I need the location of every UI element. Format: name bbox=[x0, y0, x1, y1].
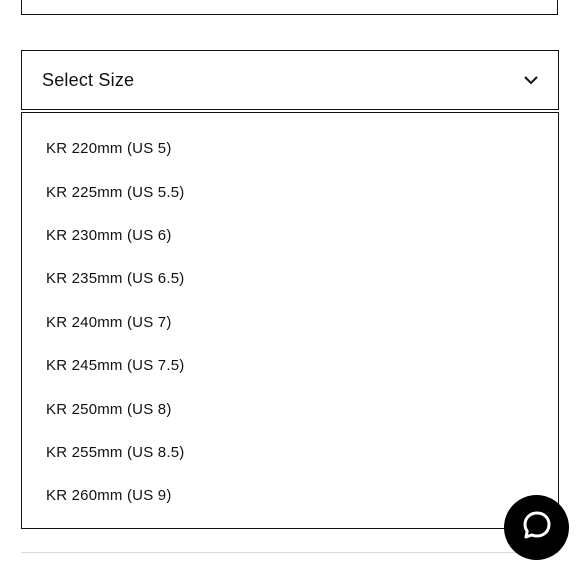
size-option[interactable]: KR 235mm (US 6.5) bbox=[22, 257, 558, 300]
size-option[interactable]: KR 255mm (US 8.5) bbox=[22, 431, 558, 474]
size-option[interactable]: KR 260mm (US 9) bbox=[22, 474, 558, 517]
size-option[interactable]: KR 240mm (US 7) bbox=[22, 301, 558, 344]
size-option[interactable]: KR 250mm (US 8) bbox=[22, 387, 558, 430]
chevron-down-icon bbox=[524, 73, 538, 87]
size-picker-page: Select Size KR 220mm (US 5) KR 225mm (US… bbox=[0, 0, 580, 580]
size-option[interactable]: KR 245mm (US 7.5) bbox=[22, 344, 558, 387]
divider bbox=[21, 552, 559, 553]
chat-button[interactable] bbox=[504, 495, 569, 560]
size-select-label: Select Size bbox=[42, 69, 135, 90]
size-option[interactable]: KR 220mm (US 5) bbox=[22, 127, 558, 170]
size-options-list: KR 220mm (US 5) KR 225mm (US 5.5) KR 230… bbox=[21, 112, 559, 529]
previous-field bbox=[21, 0, 558, 15]
size-select[interactable]: Select Size bbox=[21, 50, 559, 110]
size-option[interactable]: KR 225mm (US 5.5) bbox=[22, 170, 558, 213]
size-option[interactable]: KR 230mm (US 6) bbox=[22, 214, 558, 257]
chat-bubble-icon bbox=[522, 510, 552, 545]
